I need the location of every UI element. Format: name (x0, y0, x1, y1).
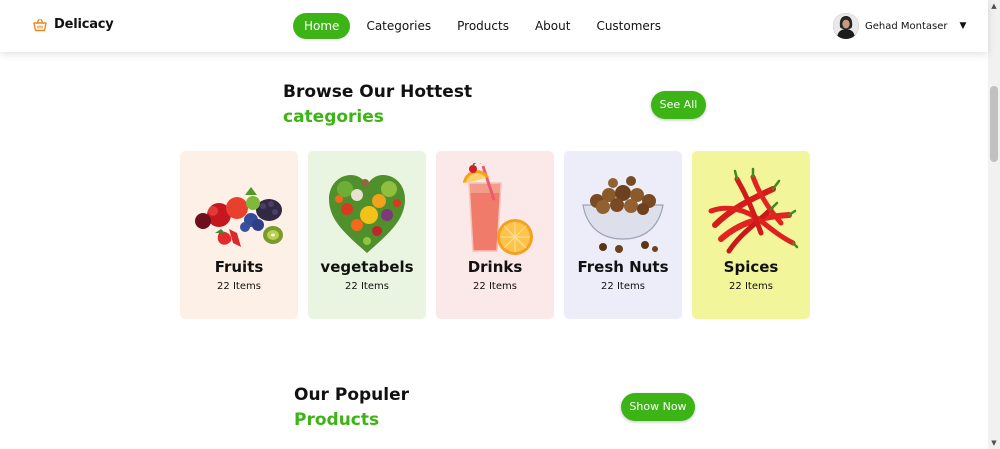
category-card-spices[interactable]: Spices 22 Items (692, 151, 810, 319)
category-name: Fresh Nuts (577, 258, 669, 276)
category-card-fruits[interactable]: Fruits 22 Items (180, 151, 298, 319)
nav-item-about[interactable]: About (522, 13, 583, 39)
caret-down-icon[interactable]: ▼ (960, 21, 967, 31)
nav-item-customers[interactable]: Customers (583, 13, 674, 39)
brand-logo[interactable]: Delicacy (33, 17, 114, 32)
brand-name: Delicacy (54, 17, 114, 32)
category-card-drinks[interactable]: Drinks 22 Items (436, 151, 554, 319)
category-count: 22 Items (473, 281, 517, 292)
category-count: 22 Items (729, 281, 773, 292)
category-card-nuts[interactable]: Fresh Nuts 22 Items (564, 151, 682, 319)
user-menu[interactable]: Gehad Montaser ▼ (833, 13, 966, 39)
chili-image (708, 167, 799, 254)
basket-icon (33, 18, 47, 31)
categories-title: Browse Our Hottest (283, 82, 473, 102)
avatar (833, 13, 859, 39)
fruits-image (195, 187, 283, 247)
scrollbar[interactable]: ▲ ▼ (988, 0, 1000, 449)
scroll-up-arrow-icon[interactable]: ▲ (988, 0, 1000, 12)
see-all-button[interactable]: See All (651, 91, 706, 119)
drinks-image (463, 163, 533, 255)
navbar: Delicacy Home Categories Products About … (0, 0, 988, 52)
products-subtitle: Products (294, 410, 380, 430)
category-count: 22 Items (217, 281, 261, 292)
scrollbar-thumb[interactable] (990, 86, 998, 162)
category-cards: Fruits 22 Items vegetabels 22 Items Drin… (180, 151, 810, 319)
vegetables-image (329, 175, 405, 253)
categories-subtitle: categories (283, 107, 384, 127)
nav-menu: Home Categories Products About Customers (293, 13, 674, 39)
category-count: 22 Items (601, 281, 645, 292)
products-title: Our Populer (294, 385, 410, 405)
category-card-vegetables[interactable]: vegetabels 22 Items (308, 151, 426, 319)
nav-item-categories[interactable]: Categories (353, 13, 444, 39)
scroll-down-arrow-icon[interactable]: ▼ (988, 437, 1000, 449)
user-name: Gehad Montaser (865, 20, 948, 32)
category-count: 22 Items (345, 281, 389, 292)
category-name: Spices (723, 258, 779, 276)
category-name: vegetabels (320, 258, 414, 276)
nav-item-home[interactable]: Home (293, 13, 351, 39)
nuts-image (582, 176, 664, 253)
category-name: Drinks (467, 258, 523, 276)
show-now-button[interactable]: Show Now (621, 393, 695, 421)
category-name: Fruits (214, 258, 264, 276)
nav-item-products[interactable]: Products (444, 13, 522, 39)
